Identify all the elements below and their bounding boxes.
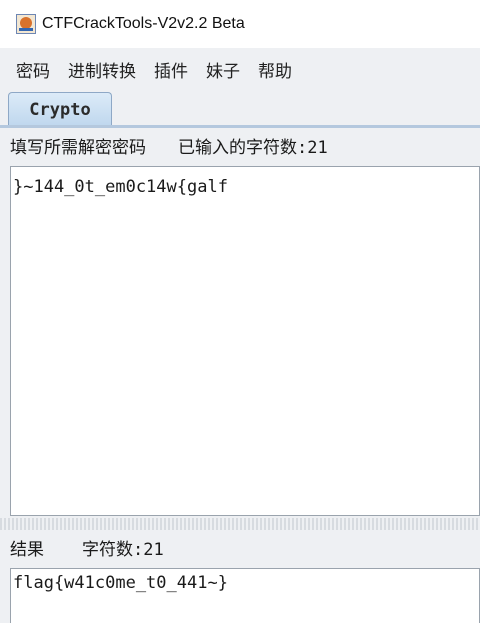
menu-item-help[interactable]: 帮助 xyxy=(258,57,292,82)
cipher-input[interactable]: }~144_0t_em0c14w{galf xyxy=(10,166,480,516)
menu-item-sister[interactable]: 妹子 xyxy=(206,57,240,82)
window-title: CTFCrackTools-V2v2.2 Beta xyxy=(42,15,245,32)
menu-item-plugins[interactable]: 插件 xyxy=(154,57,188,82)
result-header: 结果 字符数:21 xyxy=(10,530,480,564)
menu-bar: 密码 进制转换 插件 妹子 帮助 xyxy=(0,48,480,90)
input-header: 填写所需解密密码 已输入的字符数:21 xyxy=(10,128,480,162)
menu-item-crypto[interactable]: 密码 xyxy=(16,57,50,82)
menu-item-base-conversion[interactable]: 进制转换 xyxy=(68,57,136,82)
tab-strip: Crypto xyxy=(0,90,480,126)
java-cup-icon xyxy=(16,14,36,34)
split-pane-divider[interactable] xyxy=(0,518,480,530)
title-bar: CTFCrackTools-V2v2.2 Beta xyxy=(0,0,480,48)
tab-crypto[interactable]: Crypto xyxy=(8,92,112,126)
input-char-count: 已输入的字符数:21 xyxy=(178,137,328,158)
app-window: CTFCrackTools-V2v2.2 Beta 密码 进制转换 插件 妹子 … xyxy=(0,0,480,623)
input-label: 填写所需解密密码 xyxy=(10,137,146,158)
result-output[interactable]: flag{w41c0me_t0_441~} xyxy=(10,568,480,623)
result-char-count: 字符数:21 xyxy=(82,539,164,560)
result-label: 结果 xyxy=(10,539,44,560)
